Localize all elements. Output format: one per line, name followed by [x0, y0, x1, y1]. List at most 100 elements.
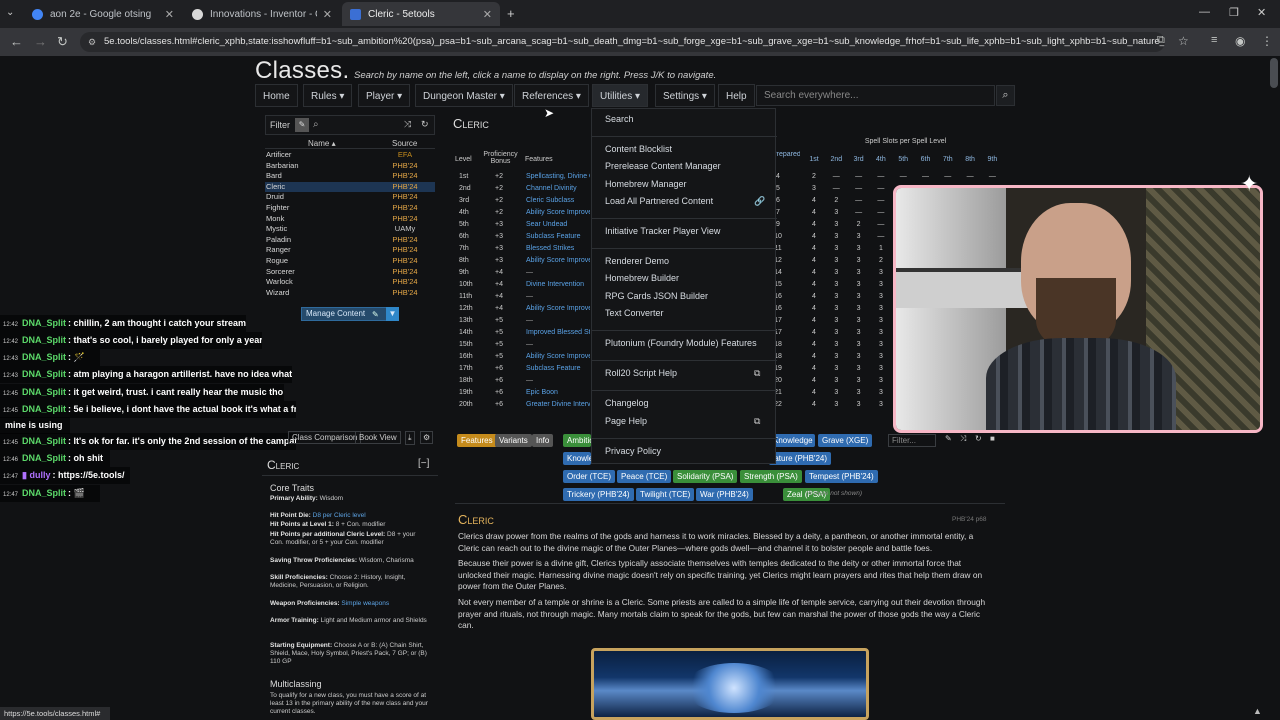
subclass-button[interactable]: Twilight (TCE) [636, 488, 695, 501]
menu-item-privacy-policy[interactable]: Privacy Policy [605, 446, 661, 456]
download-icon[interactable]: ⤓ [405, 431, 415, 445]
feature-cell[interactable]: — [526, 267, 590, 279]
source-badge[interactable]: PHB'24 p68 [952, 516, 987, 523]
manage-content-button[interactable]: Manage Content ✎ ▼ [301, 307, 399, 321]
back-icon[interactable]: ← [10, 34, 23, 49]
class-row-bard[interactable]: Bard PHB'24 [265, 171, 435, 182]
close-icon[interactable]: ✕ [483, 8, 492, 21]
menu-item-plutonium[interactable]: Plutonium (Foundry Module) Features [605, 338, 757, 348]
subclass-filter-input[interactable]: Filter... [888, 434, 936, 447]
nav-player[interactable]: Player ▾ [358, 84, 411, 107]
subclass-knowledge-frhof[interactable]: Knowledge (FRHoF) [563, 452, 591, 465]
toggle-all-icon[interactable]: ■ [990, 434, 995, 443]
feature-cell[interactable]: Sear Undead [526, 219, 590, 231]
nav-home[interactable]: Home [255, 84, 298, 107]
chat-username[interactable]: DNA_Split [22, 453, 66, 463]
menu-item-text-converter[interactable]: Text Converter [605, 308, 664, 318]
browser-tab-google[interactable]: aon 2e - Google otsing ✕ [24, 2, 182, 26]
weapons-value[interactable]: Simple weapons [341, 600, 389, 607]
class-row-paladin[interactable]: Paladin PHB'24 [265, 235, 435, 246]
site-info-icon[interactable]: ⚙ [88, 32, 96, 52]
search-icon[interactable]: ⌕ [996, 85, 1015, 106]
menu-icon[interactable]: ⋮ [1261, 34, 1273, 48]
chat-username[interactable]: DNA_Split [22, 436, 66, 446]
restore-icon[interactable]: ❐ [1229, 6, 1239, 19]
chat-username[interactable]: DNA_Split [22, 369, 66, 379]
menu-item-search[interactable]: Search [605, 114, 634, 124]
feature-cell[interactable]: — [526, 375, 590, 387]
nav-utilities[interactable]: Utilities ▾ [592, 84, 649, 107]
nav-help[interactable]: Help [718, 84, 755, 107]
nav-settings[interactable]: Settings ▾ [655, 84, 715, 107]
feature-cell[interactable]: Greater Divine Intervention [526, 399, 590, 411]
menu-item-homebrew-manager[interactable]: Homebrew Manager [605, 179, 687, 189]
shuffle-icon[interactable]: ⤨ [960, 434, 966, 444]
feature-cell[interactable]: Ability Score Improvement [526, 351, 590, 363]
chat-username[interactable]: DNA_Split [22, 335, 66, 345]
class-row-warlock[interactable]: Warlock PHB'24 [265, 277, 435, 288]
feature-cell[interactable]: Cleric Subclass [526, 195, 590, 207]
subclass-button[interactable]: War (PHB'24) [696, 488, 753, 501]
browser-tab-cleric[interactable]: Cleric - 5etools ✕ [342, 2, 500, 26]
class-row-cleric[interactable]: Cleric PHB'24 [265, 181, 435, 193]
source-column-header[interactable]: Source [392, 139, 417, 148]
menu-item-content-blocklist[interactable]: Content Blocklist [605, 144, 672, 154]
feature-cell[interactable]: Divine Intervention [526, 279, 590, 291]
features-toggle[interactable]: Features [457, 434, 497, 447]
class-row-druid[interactable]: Druid PHB'24 [265, 192, 435, 203]
class-row-mystic[interactable]: Mystic UAMy [265, 224, 435, 235]
scrollbar-thumb[interactable] [1270, 58, 1278, 88]
feature-cell[interactable]: — [526, 291, 590, 303]
feature-cell[interactable]: Ability Score Improvement [526, 207, 590, 219]
variants-toggle[interactable]: Variants [495, 434, 532, 447]
hit-die-value[interactable]: D8 per Cleric level [313, 512, 366, 519]
class-row-monk[interactable]: Monk PHB'24 [265, 214, 435, 225]
edit-icon[interactable]: ✎ [945, 434, 952, 443]
feature-cell[interactable]: — [526, 339, 590, 351]
collapse-icon[interactable]: [−] [418, 458, 429, 469]
reset-icon[interactable]: ↻ [975, 434, 982, 443]
menu-item-rpg-cards[interactable]: RPG Cards JSON Builder [605, 291, 708, 301]
forward-icon[interactable]: → [34, 34, 47, 49]
menu-item-renderer-demo[interactable]: Renderer Demo [605, 256, 669, 266]
menu-item-homebrew-builder[interactable]: Homebrew Builder [605, 273, 679, 283]
class-row-wizard[interactable]: Wizard PHB'24 [265, 288, 435, 299]
subclass-button[interactable]: Solidarity (PSA) [673, 470, 738, 483]
class-row-ranger[interactable]: Ranger PHB'24 [265, 245, 435, 256]
funnel-icon[interactable]: ▼ [386, 307, 399, 321]
chat-username[interactable]: dully [29, 470, 50, 480]
feature-cell[interactable]: — [526, 315, 590, 327]
class-row-artificer[interactable]: Artificer EFA [265, 150, 435, 161]
nav-dungeon-master[interactable]: Dungeon Master ▾ [415, 84, 513, 107]
name-column-header[interactable]: Name ▴ [308, 139, 336, 148]
feature-cell[interactable]: Epic Boon [526, 387, 590, 399]
book-view-button[interactable]: Book View [355, 431, 401, 444]
feature-cell[interactable]: Improved Blessed Strikes [526, 327, 590, 339]
url-field[interactable]: ⚙ 5e.tools/classes.html#cleric_xphb,stat… [80, 32, 1165, 52]
close-icon[interactable]: ✕ [165, 8, 174, 21]
bookmark-star-icon[interactable]: ☆ [1178, 34, 1189, 48]
chat-username[interactable]: DNA_Split [22, 404, 66, 414]
menu-item-initiative-tracker[interactable]: Initiative Tracker Player View [605, 226, 720, 236]
tab-search-icon[interactable]: ⌄ [6, 7, 14, 18]
feature-cell[interactable]: Channel Divinity [526, 183, 590, 195]
nav-references[interactable]: References ▾ [514, 84, 589, 107]
reset-icon[interactable]: ↻ [421, 119, 429, 130]
subclass-grave[interactable]: Grave (XGE) [818, 434, 873, 447]
chat-username[interactable]: DNA_Split [22, 318, 66, 328]
class-row-rogue[interactable]: Rogue PHB'24 [265, 256, 435, 267]
menu-item-page-help[interactable]: Page Help [605, 416, 647, 426]
feature-cell[interactable]: Spellcasting, Divine Order [526, 171, 590, 183]
chat-username[interactable]: DNA_Split [22, 352, 66, 362]
filter-wand-icon[interactable]: ✎ [295, 118, 309, 132]
class-row-sorcerer[interactable]: Sorcerer PHB'24 [265, 267, 435, 278]
filter-label[interactable]: Filter [270, 120, 290, 130]
browser-tab-inventor[interactable]: Innovations - Inventor - Classe ✕ [184, 2, 340, 26]
class-row-barbarian[interactable]: Barbarian PHB'24 [265, 161, 435, 172]
wrench-icon[interactable]: ✎ [372, 309, 379, 321]
subclass-ambition[interactable]: Ambition (PSA) [563, 434, 591, 447]
subclass-button[interactable]: Strength (PSA) [740, 470, 802, 483]
reload-icon[interactable]: ↻ [57, 34, 68, 50]
chat-username[interactable]: DNA_Split [22, 387, 66, 397]
feature-cell[interactable]: Subclass Feature [526, 231, 590, 243]
